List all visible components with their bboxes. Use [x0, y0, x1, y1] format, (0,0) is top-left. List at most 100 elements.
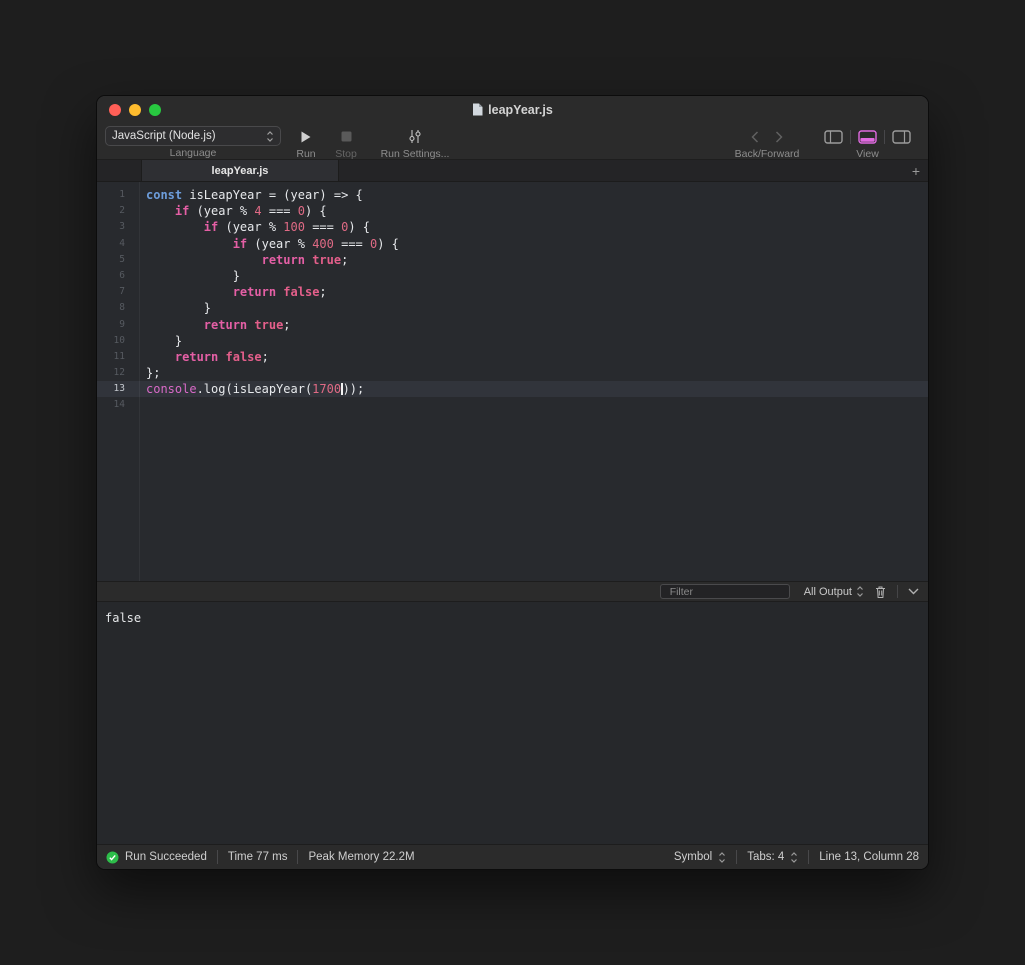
stop-icon[interactable] [341, 131, 352, 142]
console-toolbar-divider [897, 585, 898, 598]
line-number: 14 [97, 397, 139, 413]
code-line[interactable]: 13console.log(isLeapYear(1700)); [97, 381, 928, 397]
status-bar: Run Succeeded Time 77 ms Peak Memory 22.… [97, 844, 928, 869]
line-number: 3 [97, 219, 139, 235]
collapse-console-button[interactable] [908, 588, 919, 595]
run-group: Run [287, 126, 325, 160]
view-group: View [815, 126, 920, 160]
view-bottom-panel-icon[interactable] [858, 130, 877, 144]
view-right-panel-icon[interactable] [892, 130, 911, 144]
run-settings-label: Run Settings... [381, 148, 450, 160]
statusbar-divider [808, 850, 809, 864]
code-line-text: return false; [139, 284, 327, 300]
code-line[interactable]: 3 if (year % 100 === 0) { [97, 219, 928, 235]
window-title: leapYear.js [488, 103, 553, 117]
back-icon[interactable] [751, 131, 759, 143]
statusbar-divider [297, 850, 298, 864]
code-line-text: } [139, 300, 211, 316]
code-editor[interactable]: 1const isLeapYear = (year) => {2 if (yea… [97, 182, 928, 581]
line-number: 13 [97, 381, 139, 397]
run-status: Run Succeeded [106, 851, 207, 864]
tabs-size-label: Tabs: 4 [747, 851, 784, 863]
line-number: 2 [97, 203, 139, 219]
view-left-panel-icon[interactable] [824, 130, 843, 144]
code-line[interactable]: 2 if (year % 4 === 0) { [97, 203, 928, 219]
select-updown-icon [790, 852, 798, 863]
language-select-value: JavaScript (Node.js) [112, 130, 216, 142]
line-number: 1 [97, 187, 139, 203]
toolbar: JavaScript (Node.js) Language Run Stop [97, 123, 928, 160]
tab-leapyear-js[interactable]: leapYear.js [141, 160, 339, 181]
language-label: Language [170, 147, 217, 159]
code-line-text: }; [139, 365, 160, 381]
language-select[interactable]: JavaScript (Node.js) [105, 126, 281, 146]
code-line-text: return true; [139, 317, 291, 333]
run-icon[interactable] [300, 130, 312, 144]
run-settings-group: Run Settings... [369, 126, 461, 160]
code-line-text: if (year % 4 === 0) { [139, 203, 327, 219]
code-line-text: return true; [139, 252, 348, 268]
run-label: Run [296, 148, 315, 160]
output-filter-select[interactable]: All Output [804, 586, 864, 598]
code-line[interactable]: 4 if (year % 400 === 0) { [97, 236, 928, 252]
console-toolbar: All Output [97, 581, 928, 602]
filter-input[interactable] [670, 586, 805, 598]
code-line-text: console.log(isLeapYear(1700)); [139, 381, 364, 397]
forward-icon[interactable] [775, 131, 783, 143]
code-line-text: if (year % 400 === 0) { [139, 236, 399, 252]
line-number: 12 [97, 365, 139, 381]
coderunner-window: leapYear.js JavaScript (Node.js) Languag… [96, 95, 929, 870]
code-line[interactable]: 14 [97, 397, 928, 413]
window-title-group: leapYear.js [97, 96, 928, 123]
code-line-text [139, 397, 146, 413]
symbol-select[interactable]: Symbol [674, 851, 726, 863]
code-line-text: return false; [139, 349, 269, 365]
code-line-text: } [139, 268, 240, 284]
line-number: 10 [97, 333, 139, 349]
filter-field[interactable] [660, 584, 790, 599]
line-number: 9 [97, 317, 139, 333]
peak-memory: Peak Memory 22.2M [308, 851, 414, 863]
code-line[interactable]: 10 } [97, 333, 928, 349]
window-titlebar[interactable]: leapYear.js [97, 96, 928, 123]
code-line[interactable]: 11 return false; [97, 349, 928, 365]
add-tab-button[interactable]: + [912, 160, 920, 181]
code-line-text: } [139, 333, 182, 349]
select-updown-icon [266, 131, 274, 142]
line-number: 4 [97, 236, 139, 252]
tabs-size-select[interactable]: Tabs: 4 [747, 851, 798, 863]
code-line[interactable]: 8 } [97, 300, 928, 316]
language-group: JavaScript (Node.js) Language [105, 126, 281, 159]
tab-label: leapYear.js [212, 165, 269, 177]
code-line[interactable]: 1const isLeapYear = (year) => { [97, 187, 928, 203]
cursor-position[interactable]: Line 13, Column 28 [819, 851, 919, 863]
clear-console-button[interactable] [874, 585, 887, 599]
document-icon [472, 103, 483, 116]
symbol-label: Symbol [674, 851, 712, 863]
view-divider [850, 130, 851, 144]
tab-bar: leapYear.js + [97, 160, 928, 182]
back-forward-group: Back/Forward [722, 126, 812, 160]
back-forward-label: Back/Forward [735, 148, 800, 160]
gutter-divider [139, 182, 140, 581]
stop-label: Stop [335, 148, 357, 160]
code-line-text: const isLeapYear = (year) => { [139, 187, 363, 203]
code-line[interactable]: 7 return false; [97, 284, 928, 300]
select-updown-icon [856, 586, 864, 597]
code-line[interactable]: 6 } [97, 268, 928, 284]
line-number: 11 [97, 349, 139, 365]
code-line[interactable]: 9 return true; [97, 317, 928, 333]
code-line-text: if (year % 100 === 0) { [139, 219, 370, 235]
console-output[interactable]: false [97, 602, 928, 844]
run-settings-icon[interactable] [408, 129, 422, 144]
check-circle-icon [106, 851, 119, 864]
code-lines: 1const isLeapYear = (year) => {2 if (yea… [97, 187, 928, 414]
line-number: 6 [97, 268, 139, 284]
statusbar-divider [217, 850, 218, 864]
line-number: 5 [97, 252, 139, 268]
line-number: 7 [97, 284, 139, 300]
code-line[interactable]: 5 return true; [97, 252, 928, 268]
view-label: View [856, 148, 879, 160]
code-line[interactable]: 12}; [97, 365, 928, 381]
statusbar-divider [736, 850, 737, 864]
